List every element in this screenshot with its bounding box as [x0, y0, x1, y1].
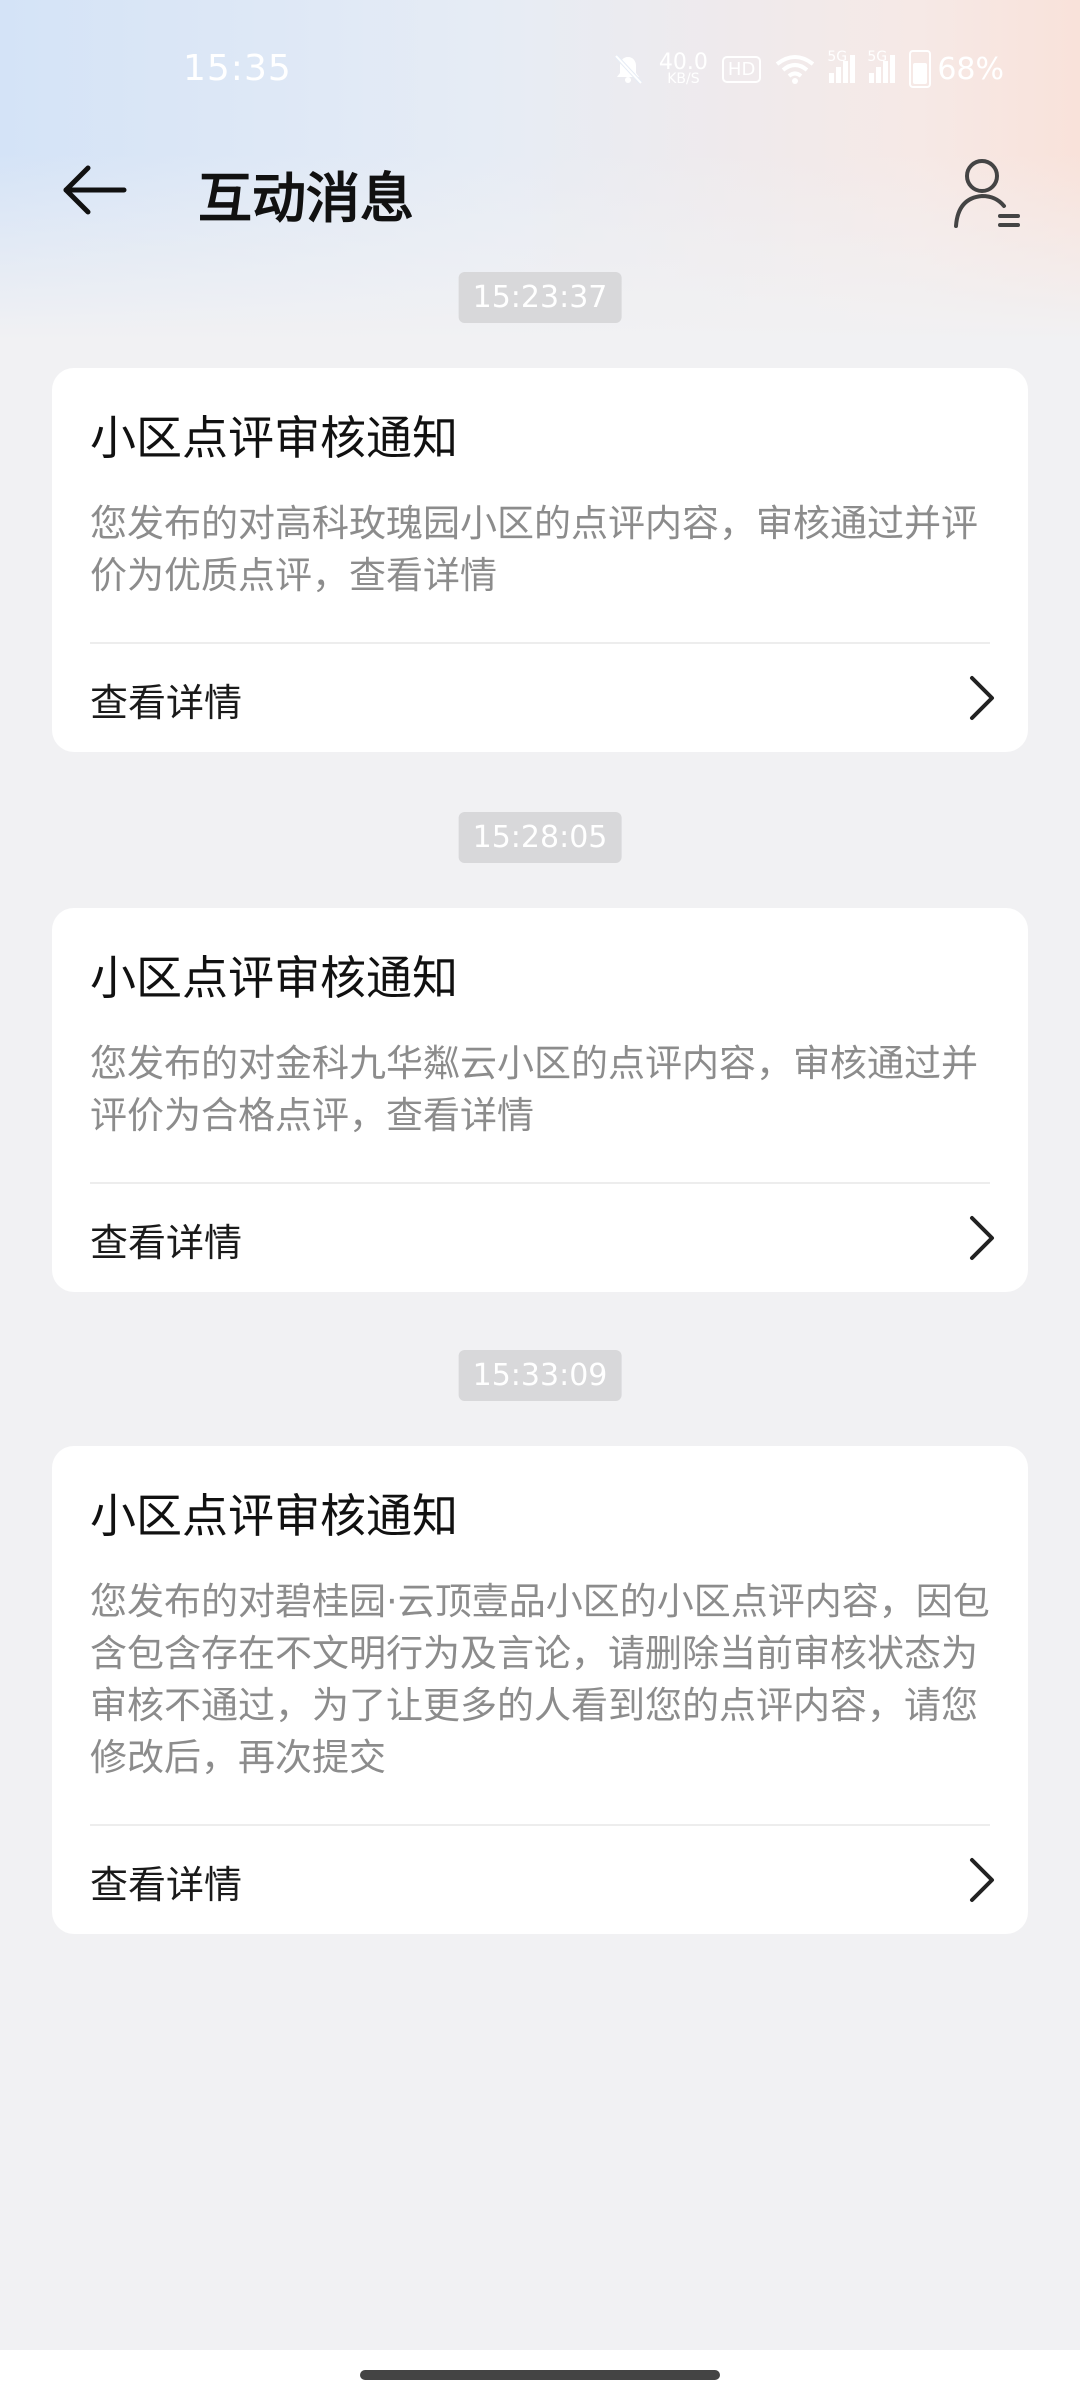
arrow-left-icon — [63, 165, 127, 215]
home-indicator[interactable] — [360, 2370, 720, 2380]
message-title: 小区点评审核通知 — [90, 411, 458, 465]
message-card: 小区点评审核通知 您发布的对高科玫瑰园小区的点评内容，审核通过并评价为优质点评，… — [52, 368, 1028, 752]
message-body: 您发布的对金科九华粼云小区的点评内容，审核通过并评价为合格点评，查看详情 — [90, 1042, 978, 1137]
battery-percent: 68% — [937, 51, 1004, 87]
page-title: 互动消息 — [198, 167, 414, 230]
wifi-icon — [776, 55, 815, 84]
message-card: 小区点评审核通知 您发布的对碧桂园·云顶壹品小区的小区点评内容，因包含包含存在不… — [52, 1446, 1028, 1934]
network-speed: 40.0 KB/S — [658, 49, 708, 87]
message-card: 小区点评审核通知 您发布的对金科九华粼云小区的点评内容，审核通过并评价为合格点评… — [52, 908, 1028, 1292]
view-details-link[interactable]: 查看详情 — [52, 1184, 1028, 1292]
view-details-label: 查看详情 — [90, 1863, 243, 1907]
status-time: 15:35 — [183, 48, 292, 89]
view-details-link[interactable]: 查看详情 — [52, 644, 1028, 752]
message-timestamp: 15:23:37 — [458, 272, 622, 323]
signal-1-icon: 5G — [827, 49, 856, 83]
view-details-label: 查看详情 — [90, 1221, 243, 1265]
battery-indicator: 68% — [909, 50, 1004, 88]
status-icons: 40.0 KB/S HD 5G 5G 68% — [611, 49, 1004, 88]
signal-2-icon: 5G — [867, 49, 896, 83]
message-title: 小区点评审核通知 — [90, 951, 458, 1005]
message-title: 小区点评审核通知 — [90, 1489, 458, 1543]
hd-badge: HD — [721, 55, 762, 83]
user-icon — [954, 159, 1020, 228]
view-details-label: 查看详情 — [90, 681, 243, 725]
status-bar: 15:35 40.0 KB/S HD 5G 5G 68% — [0, 0, 1080, 140]
message-timestamp: 15:33:09 — [458, 1350, 622, 1401]
profile-button[interactable] — [950, 150, 1024, 232]
chevron-right-icon — [970, 676, 994, 720]
message-timestamp: 15:28:05 — [458, 812, 622, 863]
mute-bell-icon — [614, 54, 643, 85]
message-body: 您发布的对碧桂园·云顶壹品小区的小区点评内容，因包含包含存在不文明行为及言论，请… — [90, 1580, 990, 1779]
chevron-right-icon — [970, 1216, 994, 1260]
back-button[interactable] — [58, 158, 134, 222]
chevron-right-icon — [970, 1858, 994, 1902]
app-header: 互动消息 — [0, 140, 1080, 240]
view-details-link[interactable]: 查看详情 — [52, 1826, 1028, 1934]
message-body: 您发布的对高科玫瑰园小区的点评内容，审核通过并评价为优质点评，查看详情 — [90, 502, 978, 597]
battery-icon — [909, 50, 932, 88]
